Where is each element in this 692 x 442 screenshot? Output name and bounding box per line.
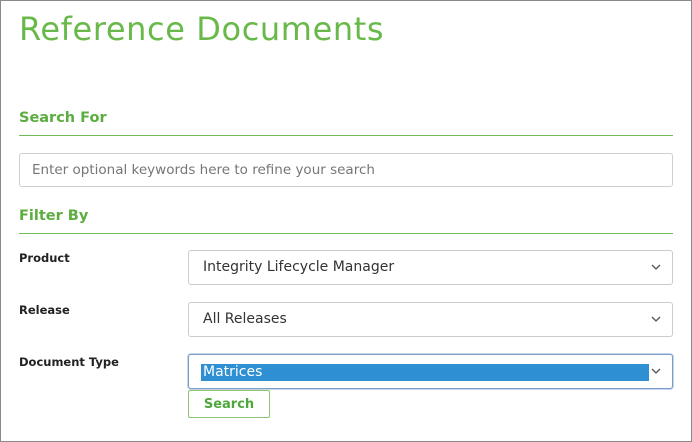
chevron-down-icon — [651, 264, 661, 270]
release-selected-value: All Releases — [203, 311, 287, 327]
search-button[interactable]: Search — [188, 390, 270, 418]
release-select[interactable]: All Releases — [188, 302, 673, 337]
chevron-down-icon — [651, 316, 661, 322]
filter-by-divider — [19, 233, 673, 234]
product-label: Product — [19, 251, 70, 265]
search-for-divider — [19, 135, 673, 136]
keyword-search-input[interactable] — [19, 153, 673, 187]
document-type-selected-value: Matrices — [203, 364, 263, 380]
document-type-select[interactable]: Matrices — [188, 354, 673, 389]
release-label: Release — [19, 303, 70, 317]
document-type-label: Document Type — [19, 355, 119, 369]
product-select[interactable]: Integrity Lifecycle Manager — [188, 250, 673, 285]
filter-by-heading: Filter By — [19, 208, 89, 224]
chevron-down-icon — [651, 368, 661, 374]
selection-highlight — [201, 364, 649, 381]
search-for-heading: Search For — [19, 110, 107, 126]
page-title: Reference Documents — [19, 10, 385, 48]
reference-documents-panel: Reference Documents Search For Filter By… — [0, 0, 692, 442]
product-selected-value: Integrity Lifecycle Manager — [203, 259, 395, 275]
